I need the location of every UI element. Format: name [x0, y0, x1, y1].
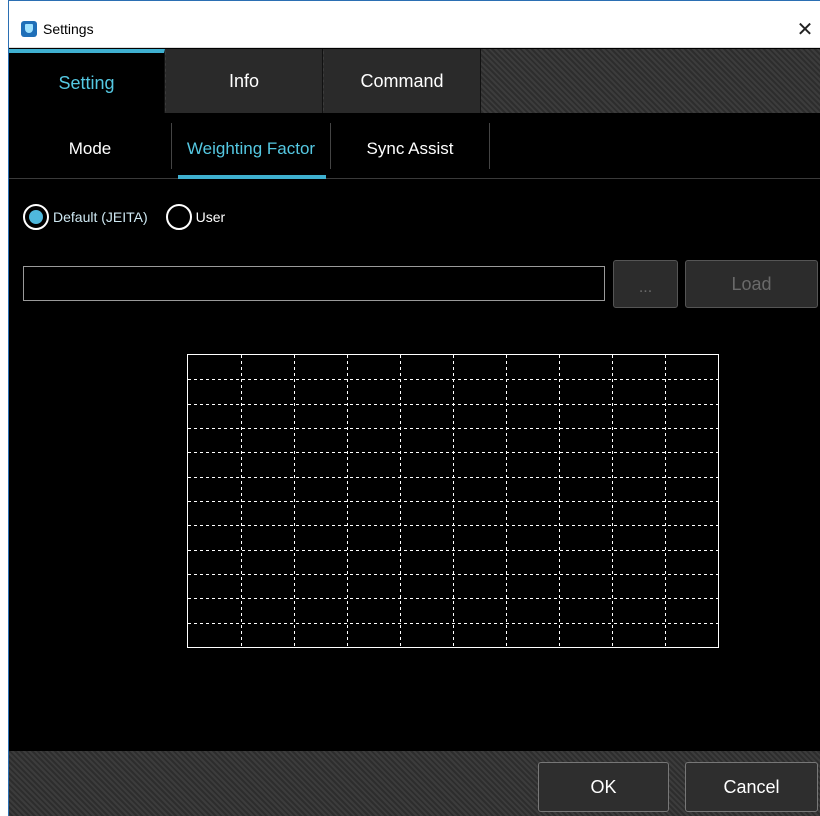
tab-setting[interactable]: Setting	[9, 49, 165, 113]
cancel-button[interactable]: Cancel	[685, 762, 818, 812]
subtab-mode[interactable]: Mode	[9, 123, 171, 175]
load-button[interactable]: Load	[685, 260, 818, 308]
sub-tab-bar: Mode Weighting Factor Sync Assist	[9, 113, 820, 179]
close-icon[interactable]: ✕	[790, 13, 820, 45]
ok-button[interactable]: OK	[538, 762, 669, 812]
settings-window: Settings ✕ Setting Info Command Mode Wei…	[8, 0, 820, 816]
default-jeita-radio[interactable]	[23, 204, 49, 230]
window-title: Settings	[43, 21, 94, 37]
user-label[interactable]: User	[196, 209, 226, 225]
main-tab-bar: Setting Info Command	[9, 49, 820, 113]
subtab-divider	[489, 123, 490, 169]
title-bar: Settings ✕	[9, 1, 820, 48]
weighting-file-path-input[interactable]	[23, 266, 605, 301]
tab-info[interactable]: Info	[166, 49, 323, 113]
subtab-weighting-factor[interactable]: Weighting Factor	[172, 123, 330, 179]
user-radio[interactable]	[165, 204, 192, 230]
weighting-factor-grid[interactable]	[187, 354, 719, 648]
grid-lines	[188, 355, 718, 647]
subtab-sync-assist[interactable]: Sync Assist	[331, 123, 489, 175]
default-jeita-label[interactable]: Default (JEITA)	[53, 209, 148, 225]
browse-button[interactable]: ...	[613, 260, 678, 308]
app-shield-icon	[21, 21, 37, 37]
weighting-source-radio-group: Default (JEITA) User	[23, 202, 243, 232]
dialog-footer: OK Cancel	[9, 751, 820, 816]
tab-command[interactable]: Command	[324, 49, 481, 113]
